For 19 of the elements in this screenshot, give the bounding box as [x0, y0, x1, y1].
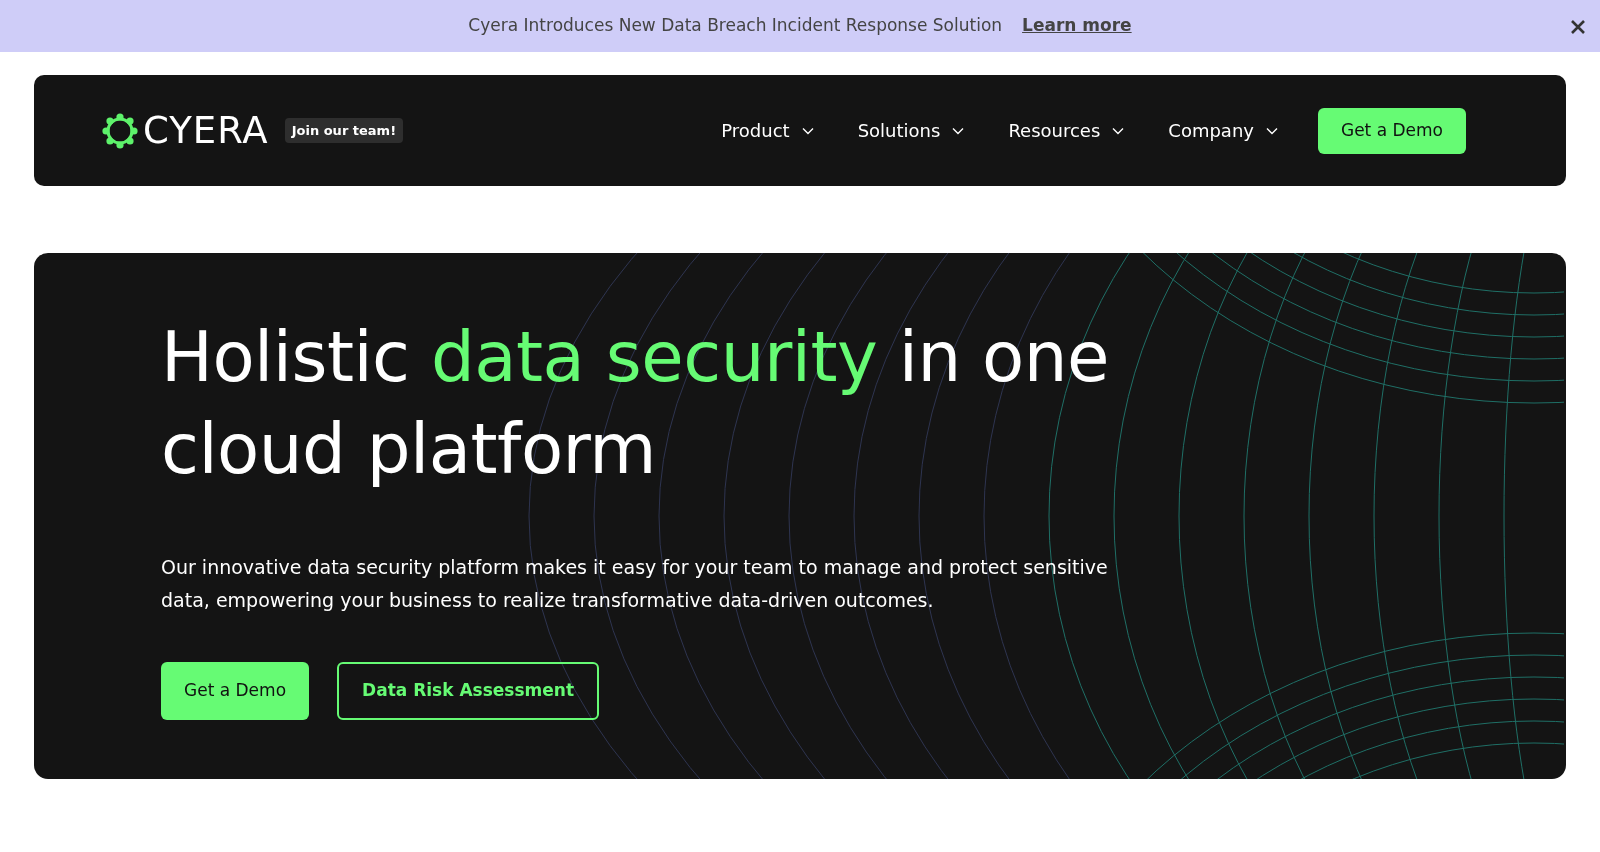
nav-menu-item[interactable]: Solutions — [857, 117, 965, 144]
announcement-text: Cyera Introduces New Data Breach Incident Response Solution — [468, 14, 1003, 38]
chevron-down-icon — [1265, 126, 1278, 135]
chevron-down-icon — [952, 126, 965, 135]
learn-more-link[interactable]: Learn more — [1022, 13, 1132, 39]
hero-description: Our innovative data security platform makes it easy for your team to manage and protect sensitive data, empowering your business to realize transformative data-driven outcomes. — [161, 555, 1109, 613]
data-risk-assessment-button[interactable]: Data Risk Assessment — [337, 662, 600, 720]
chevron-down-icon — [1112, 126, 1125, 135]
nav-menu-item[interactable]: Resources — [1008, 117, 1125, 144]
join-team-badge[interactable]: Join our team! — [284, 117, 404, 144]
get-demo-button[interactable]: Get a Demo — [161, 662, 310, 720]
chevron-down-icon — [801, 126, 814, 135]
hero-headline: Holistic data security in one cloud platform — [161, 316, 1110, 491]
close-icon[interactable] — [1570, 19, 1586, 35]
nav-menu-item[interactable]: Product — [721, 117, 814, 144]
nav-menu-item[interactable]: Company — [1168, 117, 1278, 144]
logo-icon — [102, 112, 138, 149]
get-demo-button[interactable]: Get a Demo — [1317, 107, 1466, 154]
logo-wordmark[interactable]: CYERA — [143, 112, 269, 149]
